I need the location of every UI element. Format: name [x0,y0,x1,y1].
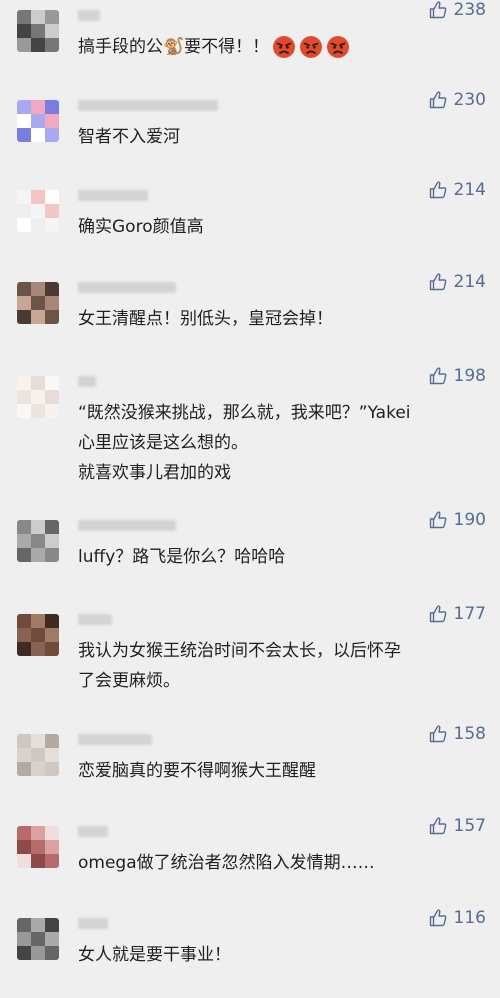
comment-text: 女王清醒点！别低头，皇冠会掉！ [78,309,333,329]
like-button[interactable]: 230 [428,90,486,110]
comment-text: 恋爱脑真的要不得啊猴大王醒醒 [78,761,316,781]
avatar[interactable] [17,190,59,232]
username-redacted[interactable] [78,282,176,293]
like-button[interactable]: 116 [428,908,486,928]
username-redacted[interactable] [78,734,152,745]
avatar[interactable] [17,10,59,52]
thumbs-up-icon [428,0,448,20]
like-count: 157 [453,816,486,836]
username-redacted[interactable] [78,100,218,111]
avatar[interactable] [17,826,59,868]
like-button[interactable]: 214 [428,272,486,292]
like-count: 214 [453,180,486,200]
comment-text: 女人就是要干事业！ [78,945,231,965]
thumbs-up-icon [428,816,448,836]
comment-text: 智者不入爱河 [78,127,180,147]
angry-face-icon [272,35,296,59]
like-button[interactable]: 198 [428,366,486,386]
angry-face-icon [299,35,323,59]
angry-face-icon [326,35,350,59]
username-redacted[interactable] [78,614,112,625]
like-button[interactable]: 157 [428,816,486,836]
like-count: 214 [453,272,486,292]
like-button[interactable]: 177 [428,604,486,624]
like-count: 116 [453,908,486,928]
comment-text: omega做了统治者忽然陷入发情期…… [78,853,375,873]
thumbs-up-icon [428,90,448,110]
thumbs-up-icon [428,908,448,928]
like-count: 158 [453,724,486,744]
like-count: 230 [453,90,486,110]
like-button[interactable]: 238 [428,0,486,20]
avatar[interactable] [17,734,59,776]
thumbs-up-icon [428,366,448,386]
comment-text: 搞手段的公🐒要不得！！ [78,32,488,62]
like-button[interactable]: 158 [428,724,486,744]
like-count: 198 [453,366,486,386]
comment-text: 我认为女猴王统治时间不会太长，以后怀孕 了会更麻烦。 [78,641,401,691]
like-count: 238 [453,0,486,20]
username-redacted[interactable] [78,520,176,531]
like-button[interactable]: 190 [428,510,486,530]
username-redacted[interactable] [78,918,108,929]
username-redacted[interactable] [78,190,148,201]
thumbs-up-icon [428,724,448,744]
avatar[interactable] [17,918,59,960]
comment-text: “既然没猴来挑战，那么就，我来吧？”Yakei 心里应该是这么想的。 就喜欢事儿… [78,403,411,483]
thumbs-up-icon [428,510,448,530]
like-count: 190 [453,510,486,530]
username-redacted[interactable] [78,10,100,21]
avatar[interactable] [17,376,59,418]
thumbs-up-icon [428,180,448,200]
avatar[interactable] [17,520,59,562]
username-redacted[interactable] [78,376,96,387]
like-button[interactable]: 214 [428,180,486,200]
avatar[interactable] [17,282,59,324]
thumbs-up-icon [428,272,448,292]
comment-text: luffy？路飞是你么？哈哈哈 [78,547,286,567]
comment-text: 确实Goro颜值高 [78,217,204,237]
username-redacted[interactable] [78,826,108,837]
comment-list: 238 搞手段的公🐒要不得！！ 230 智者不入爱河 214 确实Goro颜值高 214 女王… [0,0,500,998]
thumbs-up-icon [428,604,448,624]
like-count: 177 [453,604,486,624]
avatar[interactable] [17,614,59,656]
avatar[interactable] [17,100,59,142]
